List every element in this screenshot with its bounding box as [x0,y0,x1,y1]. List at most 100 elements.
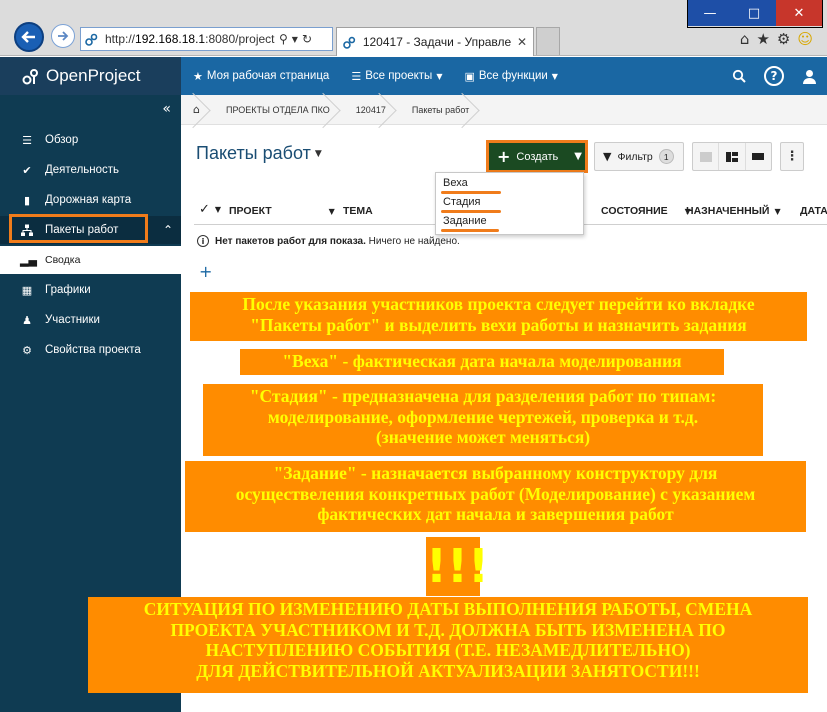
nav-all-functions[interactable]: ▣ Все функции ▼ [464,70,557,83]
chevron-down-icon: ▼ [551,71,558,81]
check-icon: ✔ [22,163,32,177]
chevron-up-icon[interactable]: ⌃ [163,216,173,244]
address-host: 192.168.18.1 [135,32,206,46]
more-options-icon[interactable]: ⋮ [780,142,804,171]
browser-toolbar-icons: ⌂ ★ ⚙ ☺ [740,30,813,48]
dropdown-item-task[interactable]: Задание [443,215,487,227]
dropdown-item-phase[interactable]: Стадия [443,196,481,208]
split-view-icon [725,151,738,162]
user-avatar-icon[interactable] [802,69,817,84]
inline-create-plus-icon[interactable]: + [199,262,212,281]
list-view-icon [699,151,712,162]
breadcrumb-item[interactable]: ПРОЕКТЫ ОТДЕЛА ПКО [214,95,344,125]
annotation-line: (значение может меняться) [375,427,591,448]
browser-tab[interactable]: 120417 - Задачи - Управле... ✕ [336,27,534,56]
star-icon: ★ [193,69,203,83]
sidebar-item-activity[interactable]: ✔ Деятельность [0,156,181,184]
help-icon[interactable]: ? [764,66,784,86]
column-header-subject[interactable]: ТЕМА [343,205,373,217]
column-header-date[interactable]: ДАТА [800,205,827,217]
browser-titlebar: — □ ✕ http://192.168.18.1:8080/projects/… [0,0,827,56]
nav-all-projects[interactable]: ☰ Все проекты ▼ [351,70,442,83]
nav-all-functions-label: Все функции [478,70,548,82]
annotation-line: моделирование, оформление чертежей, пров… [267,406,699,427]
tab-close-icon[interactable]: ✕ [517,35,527,49]
column-header-assignee[interactable]: НАЗНАЧЕННЫЙ ▼ [686,205,781,217]
layers-icon: ☰ [351,69,362,83]
create-button-label: Создать [516,150,559,163]
nav-my-page[interactable]: ★ Моя рабочая страница [193,70,329,83]
breadcrumb-home-icon[interactable]: ⌂ [181,95,214,125]
openproject-logo-icon [22,69,38,85]
page-title-text: Пакеты работ [196,143,311,163]
annotation-line: фактических дат начала и завершения рабо… [317,504,674,525]
arrow-left-icon [21,31,35,43]
feedback-smiley-icon[interactable]: ☺ [797,30,813,48]
column-header-status[interactable]: СОСТОЯНИЕ ▼ [601,205,691,217]
minimize-icon[interactable]: — [688,0,732,26]
dropdown-item-milestone[interactable]: Веха [443,177,468,189]
app-logo[interactable]: OpenProject [0,57,181,95]
column-header-project[interactable]: ПРОЕКТ ▼ [229,205,335,217]
calendar-icon: ▦ [21,283,33,297]
breadcrumb: ⌂ ПРОЕКТЫ ОТДЕЛА ПКО 120417 Пакеты работ [181,95,827,125]
sidebar-item-members[interactable]: ♟ Участники [0,306,181,334]
annotation-line: СИТУАЦИЯ ПО ИЗМЕНЕНИЮ ДАТЫ ВЫПОЛНЕНИЯ РА… [143,599,753,619]
close-icon[interactable]: ✕ [776,0,822,26]
search-icon[interactable] [732,69,746,83]
sidebar-item-summary[interactable]: ▂▄ Сводка [0,246,181,274]
page-title[interactable]: Пакеты работ ▼ [196,143,322,164]
chevron-down-icon: ▼ [314,148,322,159]
annotation-line: После указания участников проекта следуе… [242,294,755,314]
sidebar-item-label: Свойства проекта [45,344,141,356]
chevron-down-icon: ▼ [774,206,781,216]
group-icon: ♟ [22,313,32,327]
create-button[interactable]: + Создать ▼ [486,140,588,173]
annotation-line: "Стадия" - предназначена для разделения … [249,386,717,406]
sidebar-item-project-settings[interactable]: ⚙ Свойства проекта [0,336,181,364]
back-button[interactable] [14,22,44,52]
collapse-sidebar-icon[interactable]: « [162,101,171,117]
highlight-underline [441,229,499,232]
gear-icon: ⚙ [22,343,32,357]
modules-icon: ▣ [464,69,475,83]
column-label: НАЗНАЧЕННЫЙ [686,205,770,217]
chevron-down-icon: ▼ [328,206,335,216]
refresh-icon[interactable]: ↻ [302,32,312,46]
tag-icon: ▮ [23,193,31,207]
full-view-icon [752,152,765,160]
column-label: ДАТА [800,205,827,217]
dropdown-icon[interactable]: ▼ [292,35,298,44]
nav-all-projects-label: Все проекты [365,70,433,82]
maximize-icon[interactable]: □ [732,0,776,26]
plus-icon: + [497,147,511,166]
annotation-line: ДЛЯ ДЕЙСТВИТЕЛЬНОЙ АКТУАЛИЗАЦИИ ЗАНЯТОСТ… [196,660,700,681]
select-all-icon[interactable]: ✓ ▼ [199,202,221,217]
tab-title: 120417 - Задачи - Управле... [362,35,511,49]
annotation-line: "Веха" - фактическая дата начала моделир… [282,351,682,371]
favorites-star-icon[interactable]: ★ [756,30,769,48]
search-icon[interactable]: ⚲ [279,32,288,46]
nav-my-page-label: Моя рабочая страница [206,70,330,82]
annotation-task: "Задание" - назначается выбранному конст… [185,461,806,532]
chevron-down-icon: ▼ [436,71,443,81]
new-tab-button[interactable] [536,27,560,55]
filter-button-label: Фильтр [617,150,653,163]
sidebar-item-timelines[interactable]: ▦ Графики [0,276,181,304]
breadcrumb-item[interactable]: 120417 [344,95,400,125]
sidebar-item-overview[interactable]: ☰ Обзор [0,126,181,154]
view-full-button[interactable] [746,143,771,170]
annotation-phase: "Стадия" - предназначена для разделения … [203,384,763,456]
filter-button[interactable]: ▼ Фильтр 1 [594,142,684,171]
highlight-underline [441,191,501,194]
forward-button[interactable] [51,24,75,48]
bar-chart-icon: ▂▄ [20,253,37,267]
empty-message-bold: Нет пакетов работ для показа. [215,235,366,247]
view-list-button[interactable] [693,143,720,170]
address-bar[interactable]: http://192.168.18.1:8080/projects/ ⚲ ▼ ↻ [80,27,333,51]
view-split-button[interactable] [719,143,746,170]
sidebar-item-roadmap[interactable]: ▮ Дорожная карта [0,186,181,214]
home-icon[interactable]: ⌂ [740,30,750,48]
settings-gear-icon[interactable]: ⚙ [777,30,790,48]
column-label: ПРОЕКТ [229,205,272,217]
